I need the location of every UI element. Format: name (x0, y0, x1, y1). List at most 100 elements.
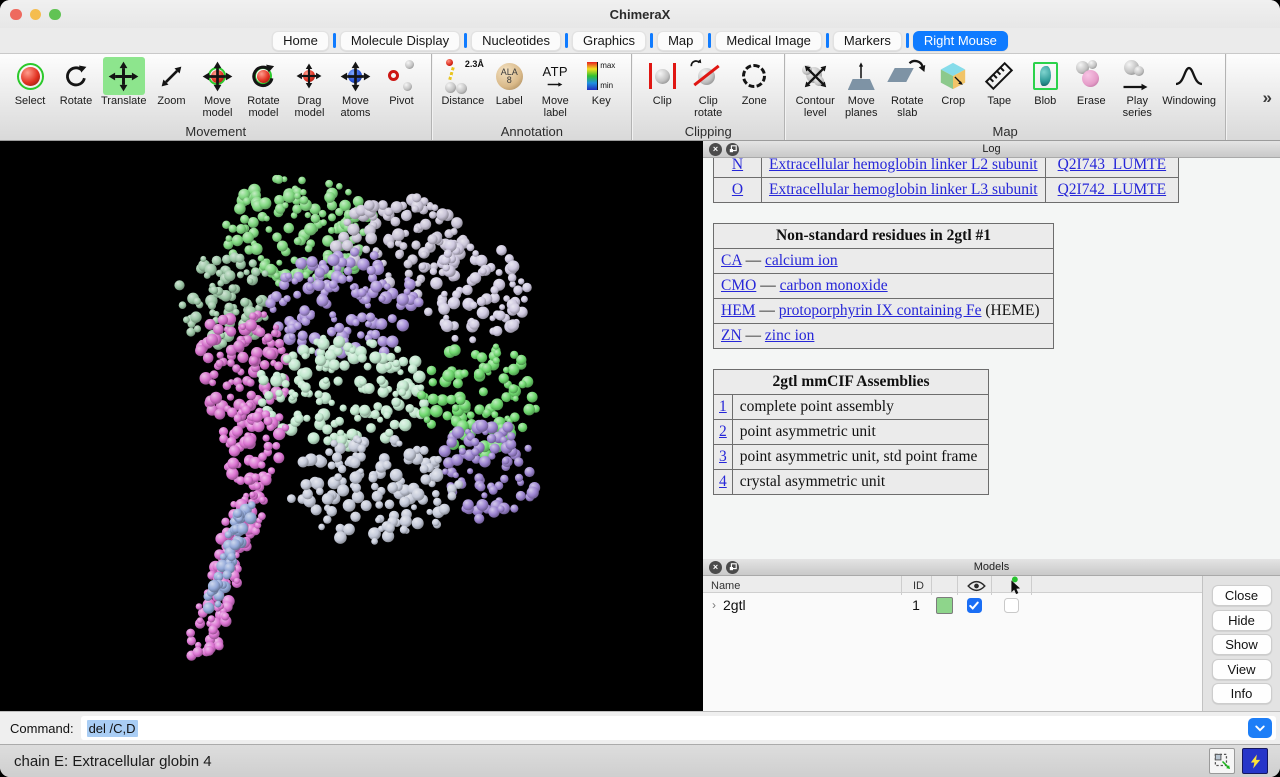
move-label-icon: ATP (534, 57, 576, 95)
model-displayed-checkbox[interactable] (967, 598, 982, 613)
toolbar-button-label[interactable]: ALA8 Label (488, 57, 530, 108)
toolbar-group-label: Movement (0, 124, 431, 139)
toolbar-button-clip-rotate[interactable]: Clip rotate (687, 57, 729, 119)
toolbar-button-move-label[interactable]: ATP Move label (534, 57, 576, 119)
float-window-icon[interactable] (726, 143, 739, 156)
minimize-window-icon[interactable] (30, 9, 42, 21)
table-row: 3 point asymmetric unit, std point frame (714, 445, 989, 470)
toolbar-button-move-model[interactable]: Move model (196, 57, 238, 119)
show-button[interactable]: Show (1212, 634, 1272, 655)
tab-molecule-display[interactable]: Molecule Display (340, 31, 460, 51)
maximize-window-icon[interactable] (49, 9, 61, 21)
assemblies-table: 2gtl mmCIF Assemblies1complete point ass… (713, 369, 989, 495)
tab-graphics[interactable]: Graphics (572, 31, 646, 51)
models-table: Name ID ›2gtl 1 (703, 576, 1202, 711)
tab-separator (826, 33, 829, 48)
table-title: 2gtl mmCIF Assemblies (714, 370, 989, 395)
residue-code-link[interactable]: HEM (721, 302, 755, 319)
toolbar-button-distance[interactable]: 2.3Å Distance (441, 57, 484, 108)
toolbar-overflow-chevron-icon[interactable]: » (1263, 88, 1272, 108)
toolbar-button-crop[interactable]: Crop (932, 57, 974, 108)
toolbar-button-rotate-model[interactable]: Rotate model (242, 57, 284, 119)
command-bar: Command: del /C,D (0, 711, 1280, 744)
assembly-description: point asymmetric unit, std point frame (732, 445, 988, 470)
residue-code-link[interactable]: CMO (721, 277, 756, 294)
assembly-id-link[interactable]: 1 (719, 398, 727, 415)
uniprot-link[interactable]: Q2I742_LUMTE (1058, 181, 1167, 198)
close-button[interactable]: Close (1212, 585, 1272, 606)
model-color-swatch[interactable] (936, 597, 953, 614)
toolbar-button-blob[interactable]: Blob (1024, 57, 1066, 108)
residue-name-link[interactable]: zinc ion (765, 327, 815, 344)
toolbar-button-contour-level[interactable]: Contour level (794, 57, 836, 119)
model-selected-checkbox[interactable] (1004, 598, 1019, 613)
toolbar-button-drag-model[interactable]: Drag model (288, 57, 330, 119)
toolbar-button-windowing[interactable]: Windowing (1162, 57, 1216, 108)
tab-map[interactable]: Map (657, 31, 704, 51)
graphics-viewport[interactable] (0, 141, 703, 711)
lightning-icon[interactable] (1242, 748, 1268, 774)
toolbar-button-pivot[interactable]: Pivot (380, 57, 422, 108)
tab-markers[interactable]: Markers (833, 31, 902, 51)
close-icon[interactable]: × (709, 561, 722, 574)
residue-name-link[interactable]: calcium ion (765, 252, 838, 269)
toolbar-button-move-atoms[interactable]: Move atoms (334, 57, 376, 119)
uniprot-link[interactable]: Q2I743_LUMTE (1058, 158, 1167, 173)
select-sphere-icon (9, 57, 51, 95)
chevron-down-icon[interactable] (1248, 718, 1272, 738)
chain-link[interactable]: O (732, 181, 743, 198)
view-button[interactable]: View (1212, 659, 1272, 680)
window-title: ChimeraX (0, 7, 1280, 22)
toolbar-button-tape[interactable]: Tape (978, 57, 1020, 108)
chimerax-window: ChimeraX Home Molecule Display Nucleotides… (0, 0, 1280, 777)
tab-nucleotides[interactable]: Nucleotides (471, 31, 561, 51)
residue-code-link[interactable]: CA (721, 252, 742, 269)
toolbar-button-rotate-slab[interactable]: Rotate slab (886, 57, 928, 119)
command-input[interactable]: del /C,D (81, 716, 1276, 740)
toolbar-button-clip[interactable]: Clip (641, 57, 683, 108)
log-panel-header: × Log (703, 141, 1280, 158)
toolbar-button-key[interactable]: maxmin Key (580, 57, 622, 108)
toolbar-group-map: Contour level Move planes Rotate slab Cr… (785, 54, 1226, 140)
assembly-id-link[interactable]: 4 (719, 473, 727, 490)
chain-link[interactable]: N (732, 158, 743, 173)
assembly-id-link[interactable]: 2 (719, 423, 727, 440)
tab-right-mouse[interactable]: Right Mouse (913, 31, 1008, 51)
close-icon[interactable]: × (709, 143, 722, 156)
zone-icon (733, 57, 775, 95)
toolbar-button-erase[interactable]: Erase (1070, 57, 1112, 108)
traffic-lights (10, 9, 61, 21)
residue-name-link[interactable]: protoporphyrin IX containing Fe (779, 302, 982, 319)
chain-description-link[interactable]: Extracellular hemoglobin linker L2 subun… (769, 158, 1038, 173)
toolbar-button-zone[interactable]: Zone (733, 57, 775, 108)
assembly-id-link[interactable]: 3 (719, 448, 727, 465)
chain-description-link[interactable]: Extracellular hemoglobin linker L3 subun… (769, 181, 1038, 198)
tab-home[interactable]: Home (272, 31, 329, 51)
status-text: chain E: Extracellular globin 4 (14, 753, 1202, 770)
chevron-right-icon[interactable]: › (712, 598, 716, 612)
toolbar-button-zoom[interactable]: Zoom (150, 57, 192, 108)
toolbar-group-movement: Select Rotate Translate Zoom Move model … (0, 54, 432, 140)
toolbar-button-move-planes[interactable]: Move planes (840, 57, 882, 119)
toolbar-button-select[interactable]: Select (9, 57, 51, 108)
drag-model-icon (288, 57, 330, 95)
selection-outline-icon[interactable] (1209, 748, 1235, 774)
models-table-header: Name ID (703, 576, 1202, 593)
close-window-icon[interactable] (10, 9, 22, 21)
translate-arrows-icon (103, 57, 145, 95)
residue-name-link[interactable]: carbon monoxide (780, 277, 888, 294)
info-button[interactable]: Info (1212, 683, 1272, 704)
model-row[interactable]: ›2gtl 1 (703, 593, 1202, 617)
toolbar-ribbon: Select Rotate Translate Zoom Move model … (0, 53, 1280, 141)
tab-medical-image[interactable]: Medical Image (715, 31, 822, 51)
hide-button[interactable]: Hide (1212, 610, 1272, 631)
rotate-arrows-icon (55, 57, 97, 95)
toolbar-button-rotate[interactable]: Rotate (55, 57, 97, 108)
tape-ruler-icon (978, 57, 1020, 95)
contour-level-icon (794, 57, 836, 95)
toolbar-button-translate[interactable]: Translate (101, 57, 146, 108)
zoom-arrows-icon (150, 57, 192, 95)
float-window-icon[interactable] (726, 561, 739, 574)
toolbar-button-play-series[interactable]: Play series (1116, 57, 1158, 119)
residue-code-link[interactable]: ZN (721, 327, 742, 344)
